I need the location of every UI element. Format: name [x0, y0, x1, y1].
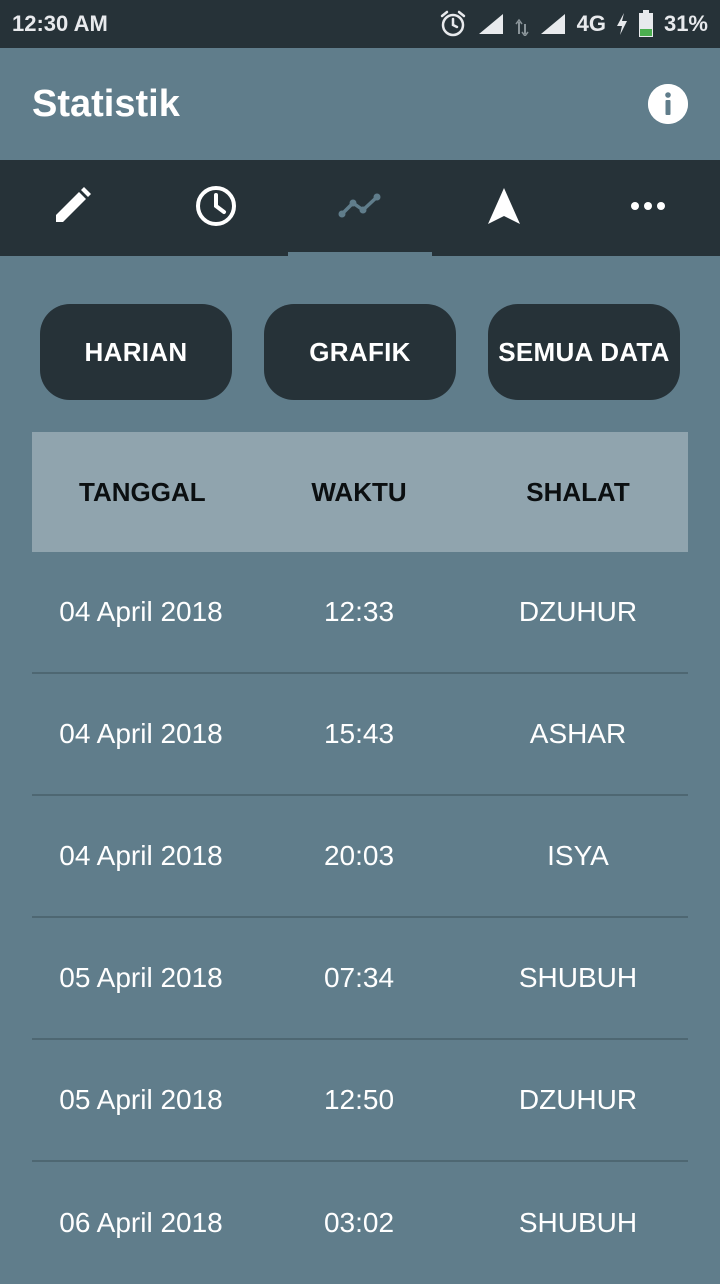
- table-row[interactable]: 05 April 2018 07:34 SHUBUH: [32, 918, 688, 1040]
- all-data-button[interactable]: SEMUA DATA: [488, 304, 680, 400]
- app-bar: Statistik: [0, 48, 720, 160]
- daily-button[interactable]: HARIAN: [40, 304, 232, 400]
- cell-date: 04 April 2018: [59, 840, 223, 871]
- more-horiz-icon: [630, 199, 666, 217]
- cell-prayer: DZUHUR: [518, 596, 638, 627]
- pencil-icon: [52, 186, 92, 231]
- data-transfer-icon: [514, 12, 529, 36]
- chart-line-icon: [337, 191, 383, 226]
- statistics-table: TANGGAL WAKTU SHALAT 04 April 2018 12:33…: [32, 432, 688, 1284]
- table-row[interactable]: 04 April 2018 12:33 DZUHUR: [32, 552, 688, 674]
- alarm-icon: [439, 10, 467, 38]
- table-row[interactable]: 06 April 2018 03:02 SHUBUH: [32, 1162, 688, 1284]
- signal-icon-2: [539, 12, 567, 36]
- tab-statistics[interactable]: [288, 160, 432, 256]
- cell-date: 06 April 2018: [59, 1207, 223, 1238]
- cell-date: 04 April 2018: [59, 718, 223, 749]
- tab-input[interactable]: [0, 160, 144, 256]
- tab-more[interactable]: [576, 160, 720, 256]
- table-header: TANGGAL WAKTU SHALAT: [32, 432, 688, 552]
- cell-time: 07:34: [323, 962, 395, 993]
- navigation-arrow-icon: [486, 186, 522, 231]
- cell-date: 05 April 2018: [59, 1084, 223, 1115]
- tab-bar: [0, 160, 720, 256]
- table-row[interactable]: 04 April 2018 15:43 ASHAR: [32, 674, 688, 796]
- view-selector: HARIAN GRAFIK SEMUA DATA: [40, 304, 680, 400]
- cell-prayer: SHUBUH: [518, 962, 638, 993]
- page-title: Statistik: [32, 82, 180, 125]
- cell-date: 04 April 2018: [59, 596, 223, 627]
- table-row[interactable]: 05 April 2018 12:50 DZUHUR: [32, 1040, 688, 1162]
- battery-percent: 31%: [663, 11, 708, 36]
- tab-qibla[interactable]: [432, 160, 576, 256]
- status-icons: 4G 31%: [439, 10, 708, 38]
- battery-icon: [638, 10, 654, 38]
- table-row[interactable]: 04 April 2018 20:03 ISYA: [32, 796, 688, 918]
- status-bar: 12:30 AM 4G 31%: [0, 0, 720, 48]
- cell-date: 05 April 2018: [59, 962, 223, 993]
- cell-time: 20:03: [323, 840, 395, 871]
- info-icon[interactable]: [648, 84, 688, 124]
- clock-icon: [195, 185, 237, 232]
- cell-prayer: ASHAR: [529, 718, 627, 749]
- cell-time: 03:02: [323, 1207, 395, 1238]
- graph-button[interactable]: GRAFIK: [264, 304, 456, 400]
- cell-time: 12:33: [323, 596, 395, 627]
- status-time: 12:30 AM: [12, 11, 108, 36]
- header-date: TANGGAL: [79, 476, 206, 507]
- cell-prayer: SHUBUH: [518, 1207, 638, 1238]
- charging-icon: [616, 12, 628, 36]
- header-prayer: SHALAT: [526, 476, 630, 507]
- cell-time: 12:50: [323, 1084, 395, 1115]
- signal-icon: [477, 12, 505, 36]
- cell-time: 15:43: [323, 718, 395, 749]
- tab-schedule[interactable]: [144, 160, 288, 256]
- header-time: WAKTU: [311, 476, 407, 507]
- cell-prayer: ISYA: [547, 840, 609, 871]
- network-type: 4G: [576, 11, 606, 36]
- cell-prayer: DZUHUR: [518, 1084, 638, 1115]
